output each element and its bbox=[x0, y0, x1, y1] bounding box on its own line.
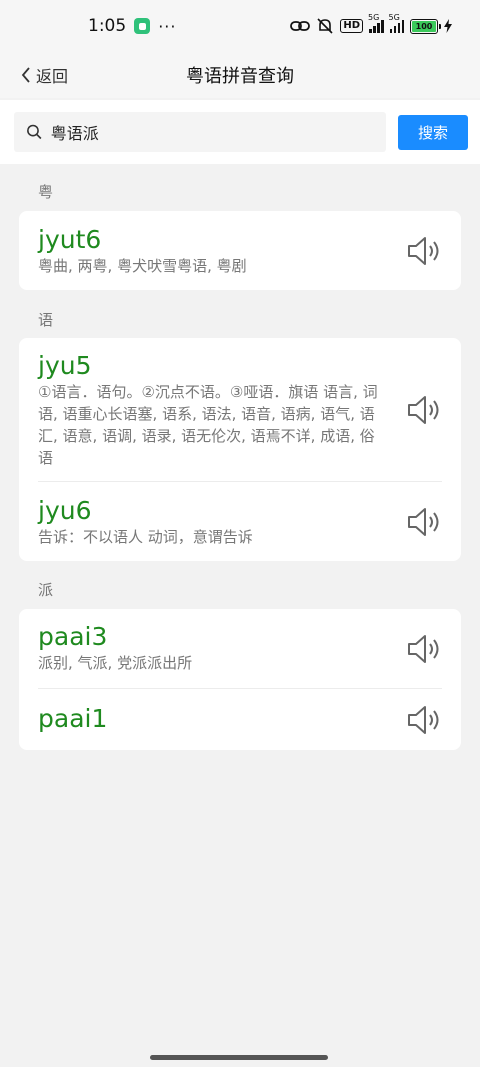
battery-level: 100 bbox=[412, 20, 436, 32]
status-time: 1:05 bbox=[88, 16, 127, 36]
speaker-icon[interactable] bbox=[406, 394, 442, 426]
result-card-yue: jyut6 粤曲, 两粤, 粤犬吠雪粤语, 粤剧 bbox=[19, 211, 461, 290]
app-notification-icon bbox=[134, 18, 151, 34]
meaning-text: 告诉：不以语人 动词，意谓告诉 bbox=[38, 528, 253, 546]
chevron-left-icon bbox=[21, 67, 30, 83]
result-entry: paai1 bbox=[38, 688, 442, 750]
network-type-1: 5G bbox=[368, 13, 380, 22]
status-bar: 1:05 ··· HD 5G 5G 100 bbox=[0, 0, 480, 52]
result-card-pai: paai3 派别, 气派, 党派派出所 paai1 bbox=[19, 609, 461, 750]
search-box[interactable] bbox=[14, 112, 386, 152]
meaning-text: 粤曲, 两粤, 粤犬吠雪粤语, 粤剧 bbox=[38, 257, 247, 275]
signal-1-icon: 5G bbox=[368, 13, 384, 33]
mute-bell-icon bbox=[316, 18, 334, 34]
section-header-yue: 粤 bbox=[38, 183, 54, 201]
home-indicator[interactable] bbox=[150, 1055, 328, 1060]
result-entry: paai3 派别, 气派, 党派派出所 bbox=[38, 609, 442, 688]
back-button[interactable]: 返回 bbox=[20, 63, 68, 87]
speaker-icon[interactable] bbox=[406, 235, 442, 267]
speaker-icon[interactable] bbox=[406, 704, 442, 736]
section-header-yu: 语 bbox=[38, 311, 54, 329]
search-button[interactable]: 搜索 bbox=[398, 114, 468, 150]
nav-bar: 返回 粤语拼音查询 bbox=[0, 52, 480, 98]
meaning-text: ①语言．语句。②沉点不语。③哑语．旗语 语言, 词语, 语重心长语塞, 语系, … bbox=[38, 383, 378, 467]
link-icon bbox=[290, 19, 311, 33]
speaker-icon[interactable] bbox=[406, 506, 442, 538]
result-card-yu: jyu5 ①语言．语句。②沉点不语。③哑语．旗语 语言, 词语, 语重心长语塞,… bbox=[19, 338, 461, 561]
jyutping-text: paai1 bbox=[38, 704, 108, 733]
back-label: 返回 bbox=[36, 67, 69, 86]
jyutping-text: paai3 bbox=[38, 622, 108, 651]
meaning-text: 派别, 气派, 党派派出所 bbox=[38, 654, 193, 672]
search-input[interactable] bbox=[50, 122, 374, 142]
jyutping-text: jyut6 bbox=[38, 225, 102, 254]
charging-icon bbox=[444, 19, 452, 33]
search-area: 搜索 bbox=[0, 100, 480, 164]
page-title: 粤语拼音查询 bbox=[186, 66, 294, 87]
network-type-2: 5G bbox=[388, 13, 400, 22]
jyutping-text: jyu5 bbox=[38, 351, 92, 380]
battery-icon: 100 bbox=[410, 18, 441, 34]
signal-2-icon: 5G bbox=[389, 13, 404, 33]
magnifier-icon bbox=[27, 124, 42, 140]
section-header-pai: 派 bbox=[38, 581, 54, 599]
jyutping-text: jyu6 bbox=[38, 496, 92, 525]
result-entry: jyu6 告诉：不以语人 动词，意谓告诉 bbox=[38, 481, 442, 561]
result-entry: jyu5 ①语言．语句。②沉点不语。③哑语．旗语 语言, 词语, 语重心长语塞,… bbox=[38, 338, 442, 481]
result-entry: jyut6 粤曲, 两粤, 粤犬吠雪粤语, 粤剧 bbox=[38, 211, 442, 290]
speaker-icon[interactable] bbox=[406, 633, 442, 665]
more-notifications-icon: ··· bbox=[158, 16, 177, 36]
hd-voice-icon: HD bbox=[340, 19, 363, 33]
